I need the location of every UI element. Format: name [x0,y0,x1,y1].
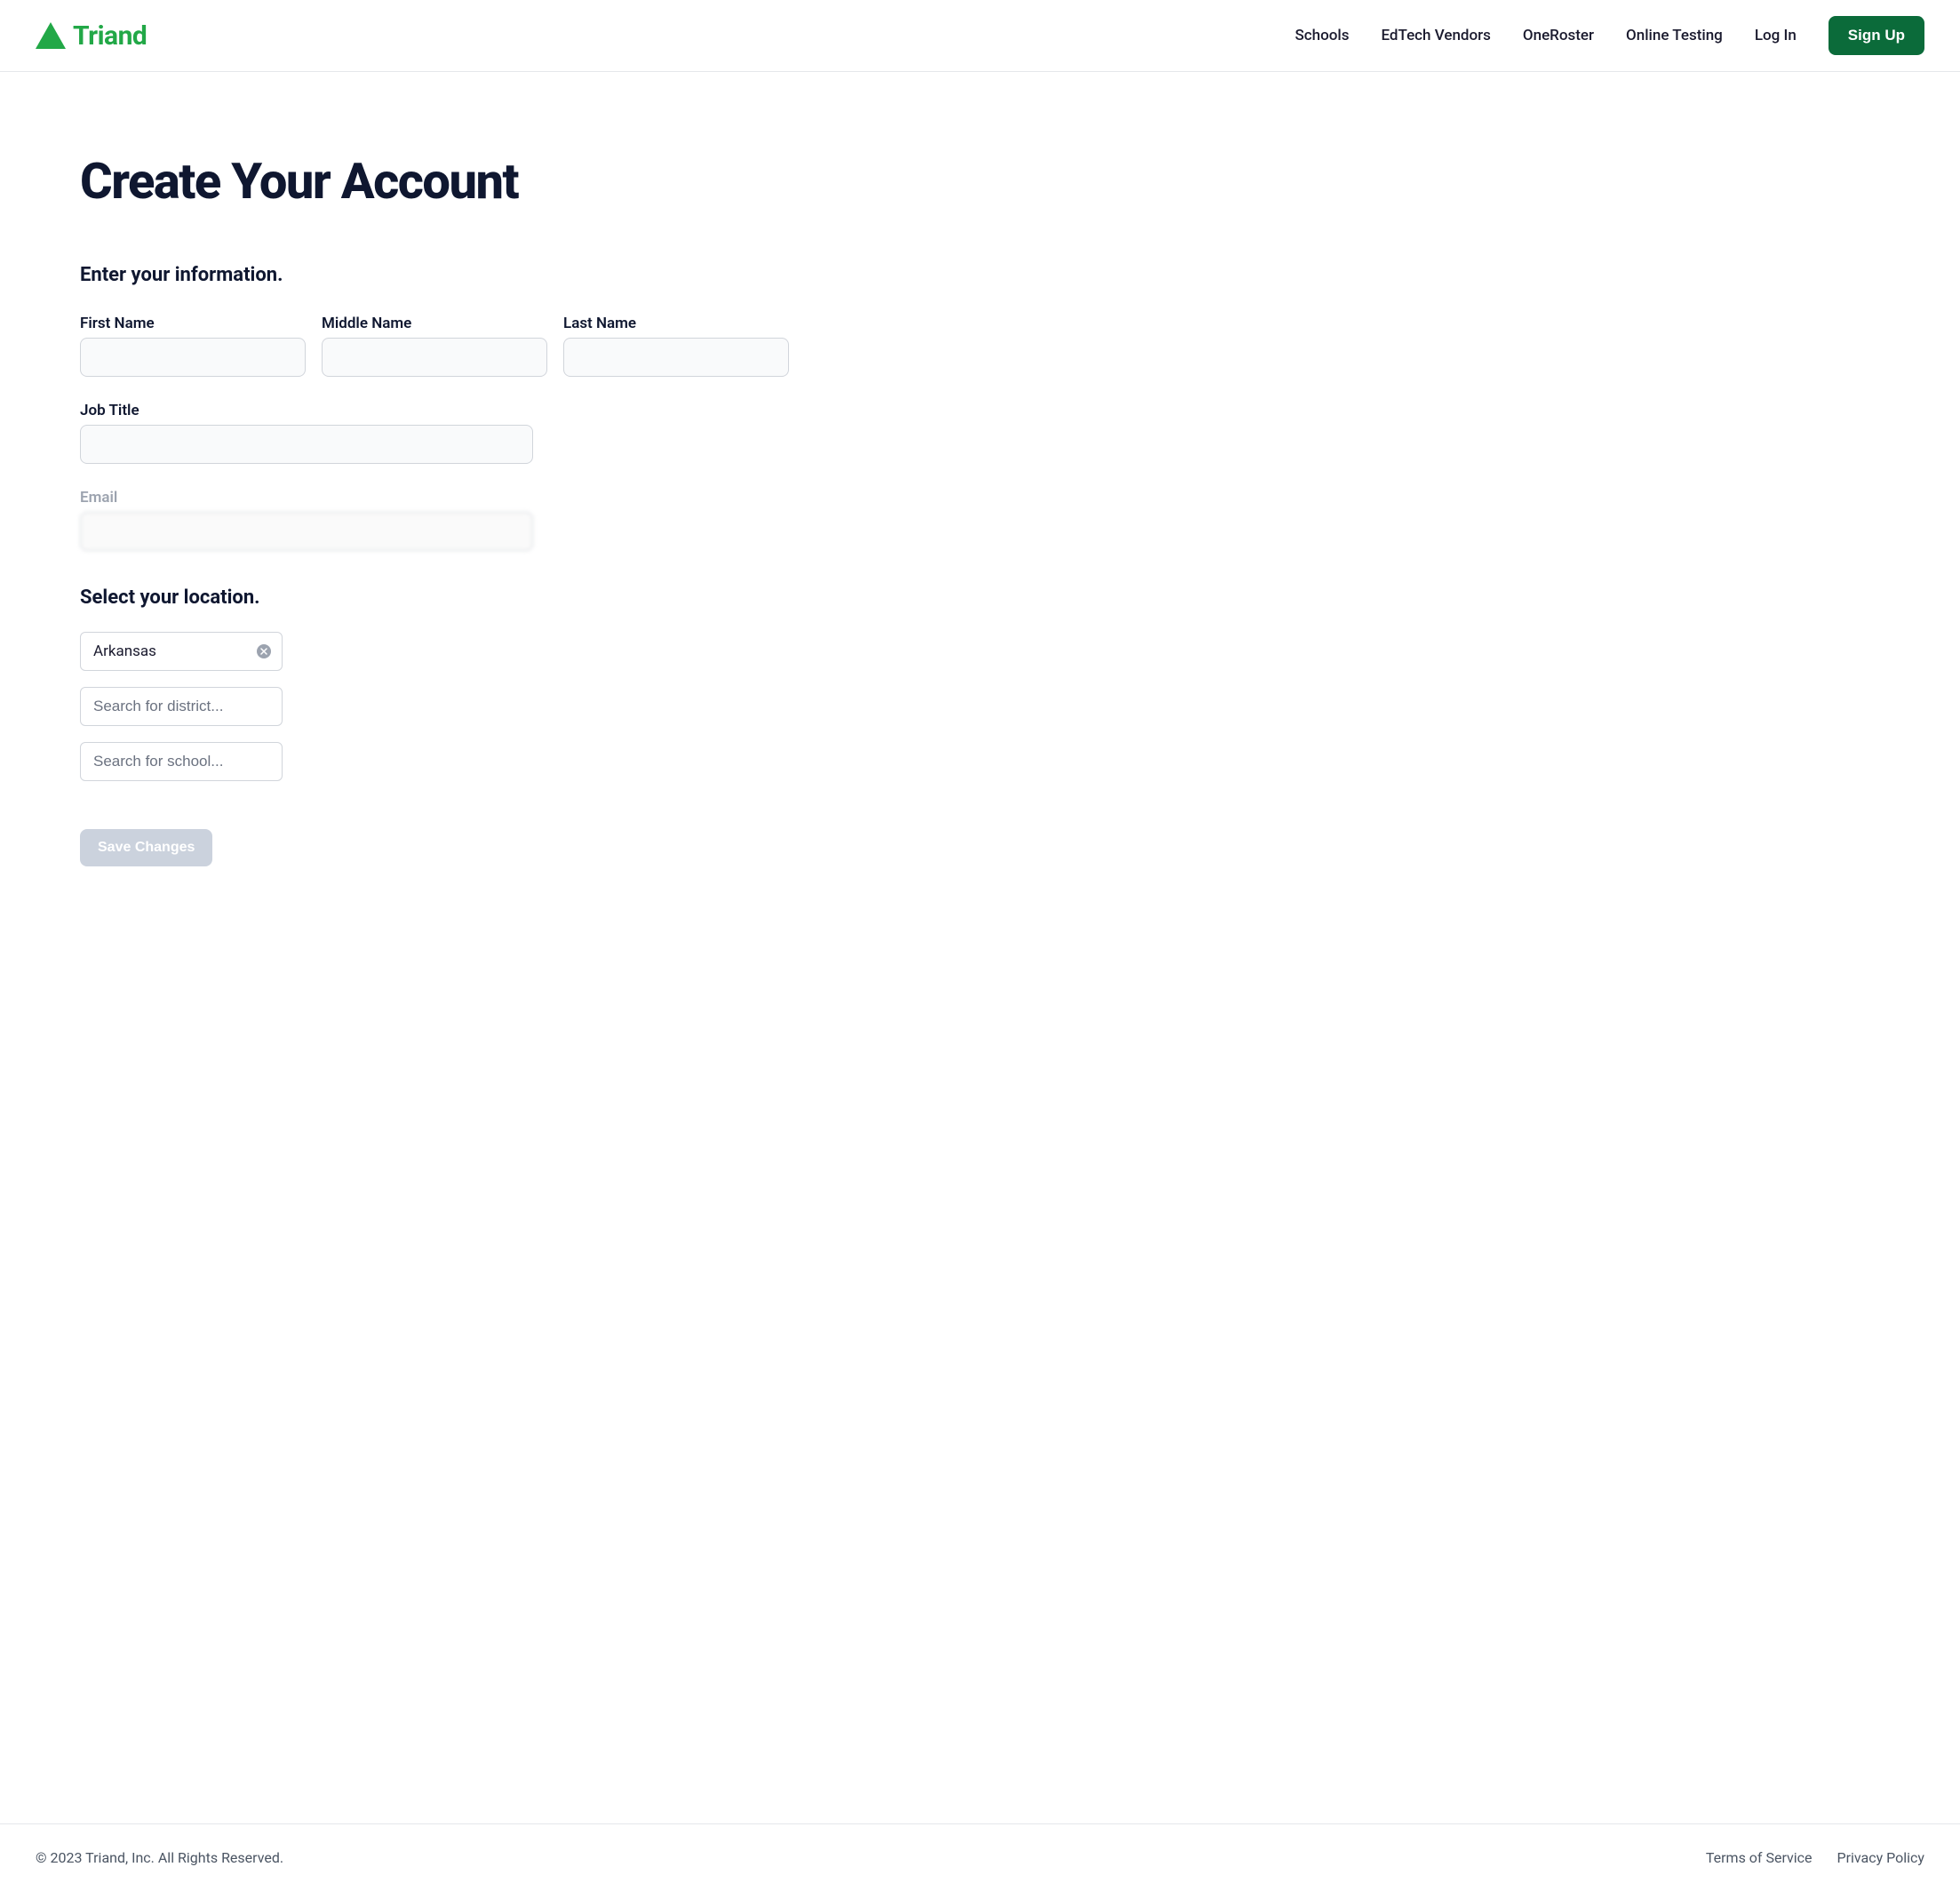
info-heading: Enter your information. [80,264,1880,286]
state-select-value: Arkansas [93,642,156,660]
state-select[interactable]: Arkansas [80,632,283,671]
name-row: First Name Middle Name Last Name [80,315,1880,377]
footer-privacy-link[interactable]: Privacy Policy [1837,1849,1925,1866]
nav-online-testing[interactable]: Online Testing [1626,27,1723,44]
email-group: Email [80,489,1880,551]
main-content: Create Your Account Enter your informati… [0,72,1960,1823]
footer-terms-link[interactable]: Terms of Service [1706,1849,1813,1866]
clear-state-icon[interactable] [257,644,271,658]
nav-oneroster[interactable]: OneRoster [1523,27,1594,44]
nav-login[interactable]: Log In [1755,27,1797,44]
last-name-input[interactable] [563,338,789,377]
job-title-label: Job Title [80,402,533,419]
email-label: Email [80,489,533,507]
middle-name-input[interactable] [322,338,547,377]
save-changes-button[interactable]: Save Changes [80,829,212,866]
nav-edtech-vendors[interactable]: EdTech Vendors [1381,27,1490,44]
school-search-input[interactable] [80,742,283,781]
brand-name: Triand [73,20,147,52]
last-name-group: Last Name [563,315,789,377]
logo[interactable]: Triand [36,20,147,52]
triangle-icon [36,22,66,49]
nav-schools[interactable]: Schools [1295,27,1349,44]
first-name-group: First Name [80,315,306,377]
job-title-input[interactable] [80,425,533,464]
top-nav: Schools EdTech Vendors OneRoster Online … [1295,16,1924,55]
location-heading: Select your location. [80,586,1880,609]
district-search-input[interactable] [80,687,283,726]
middle-name-label: Middle Name [322,315,547,332]
footer-links: Terms of Service Privacy Policy [1706,1849,1924,1866]
footer: © 2023 Triand, Inc. All Rights Reserved.… [0,1823,1960,1891]
first-name-label: First Name [80,315,306,332]
signup-button[interactable]: Sign Up [1829,16,1924,55]
footer-copyright: © 2023 Triand, Inc. All Rights Reserved. [36,1849,283,1866]
header: Triand Schools EdTech Vendors OneRoster … [0,0,1960,72]
page-title: Create Your Account [80,152,1880,211]
last-name-label: Last Name [563,315,789,332]
middle-name-group: Middle Name [322,315,547,377]
email-input [80,512,533,551]
first-name-input[interactable] [80,338,306,377]
job-title-group: Job Title [80,402,1880,464]
